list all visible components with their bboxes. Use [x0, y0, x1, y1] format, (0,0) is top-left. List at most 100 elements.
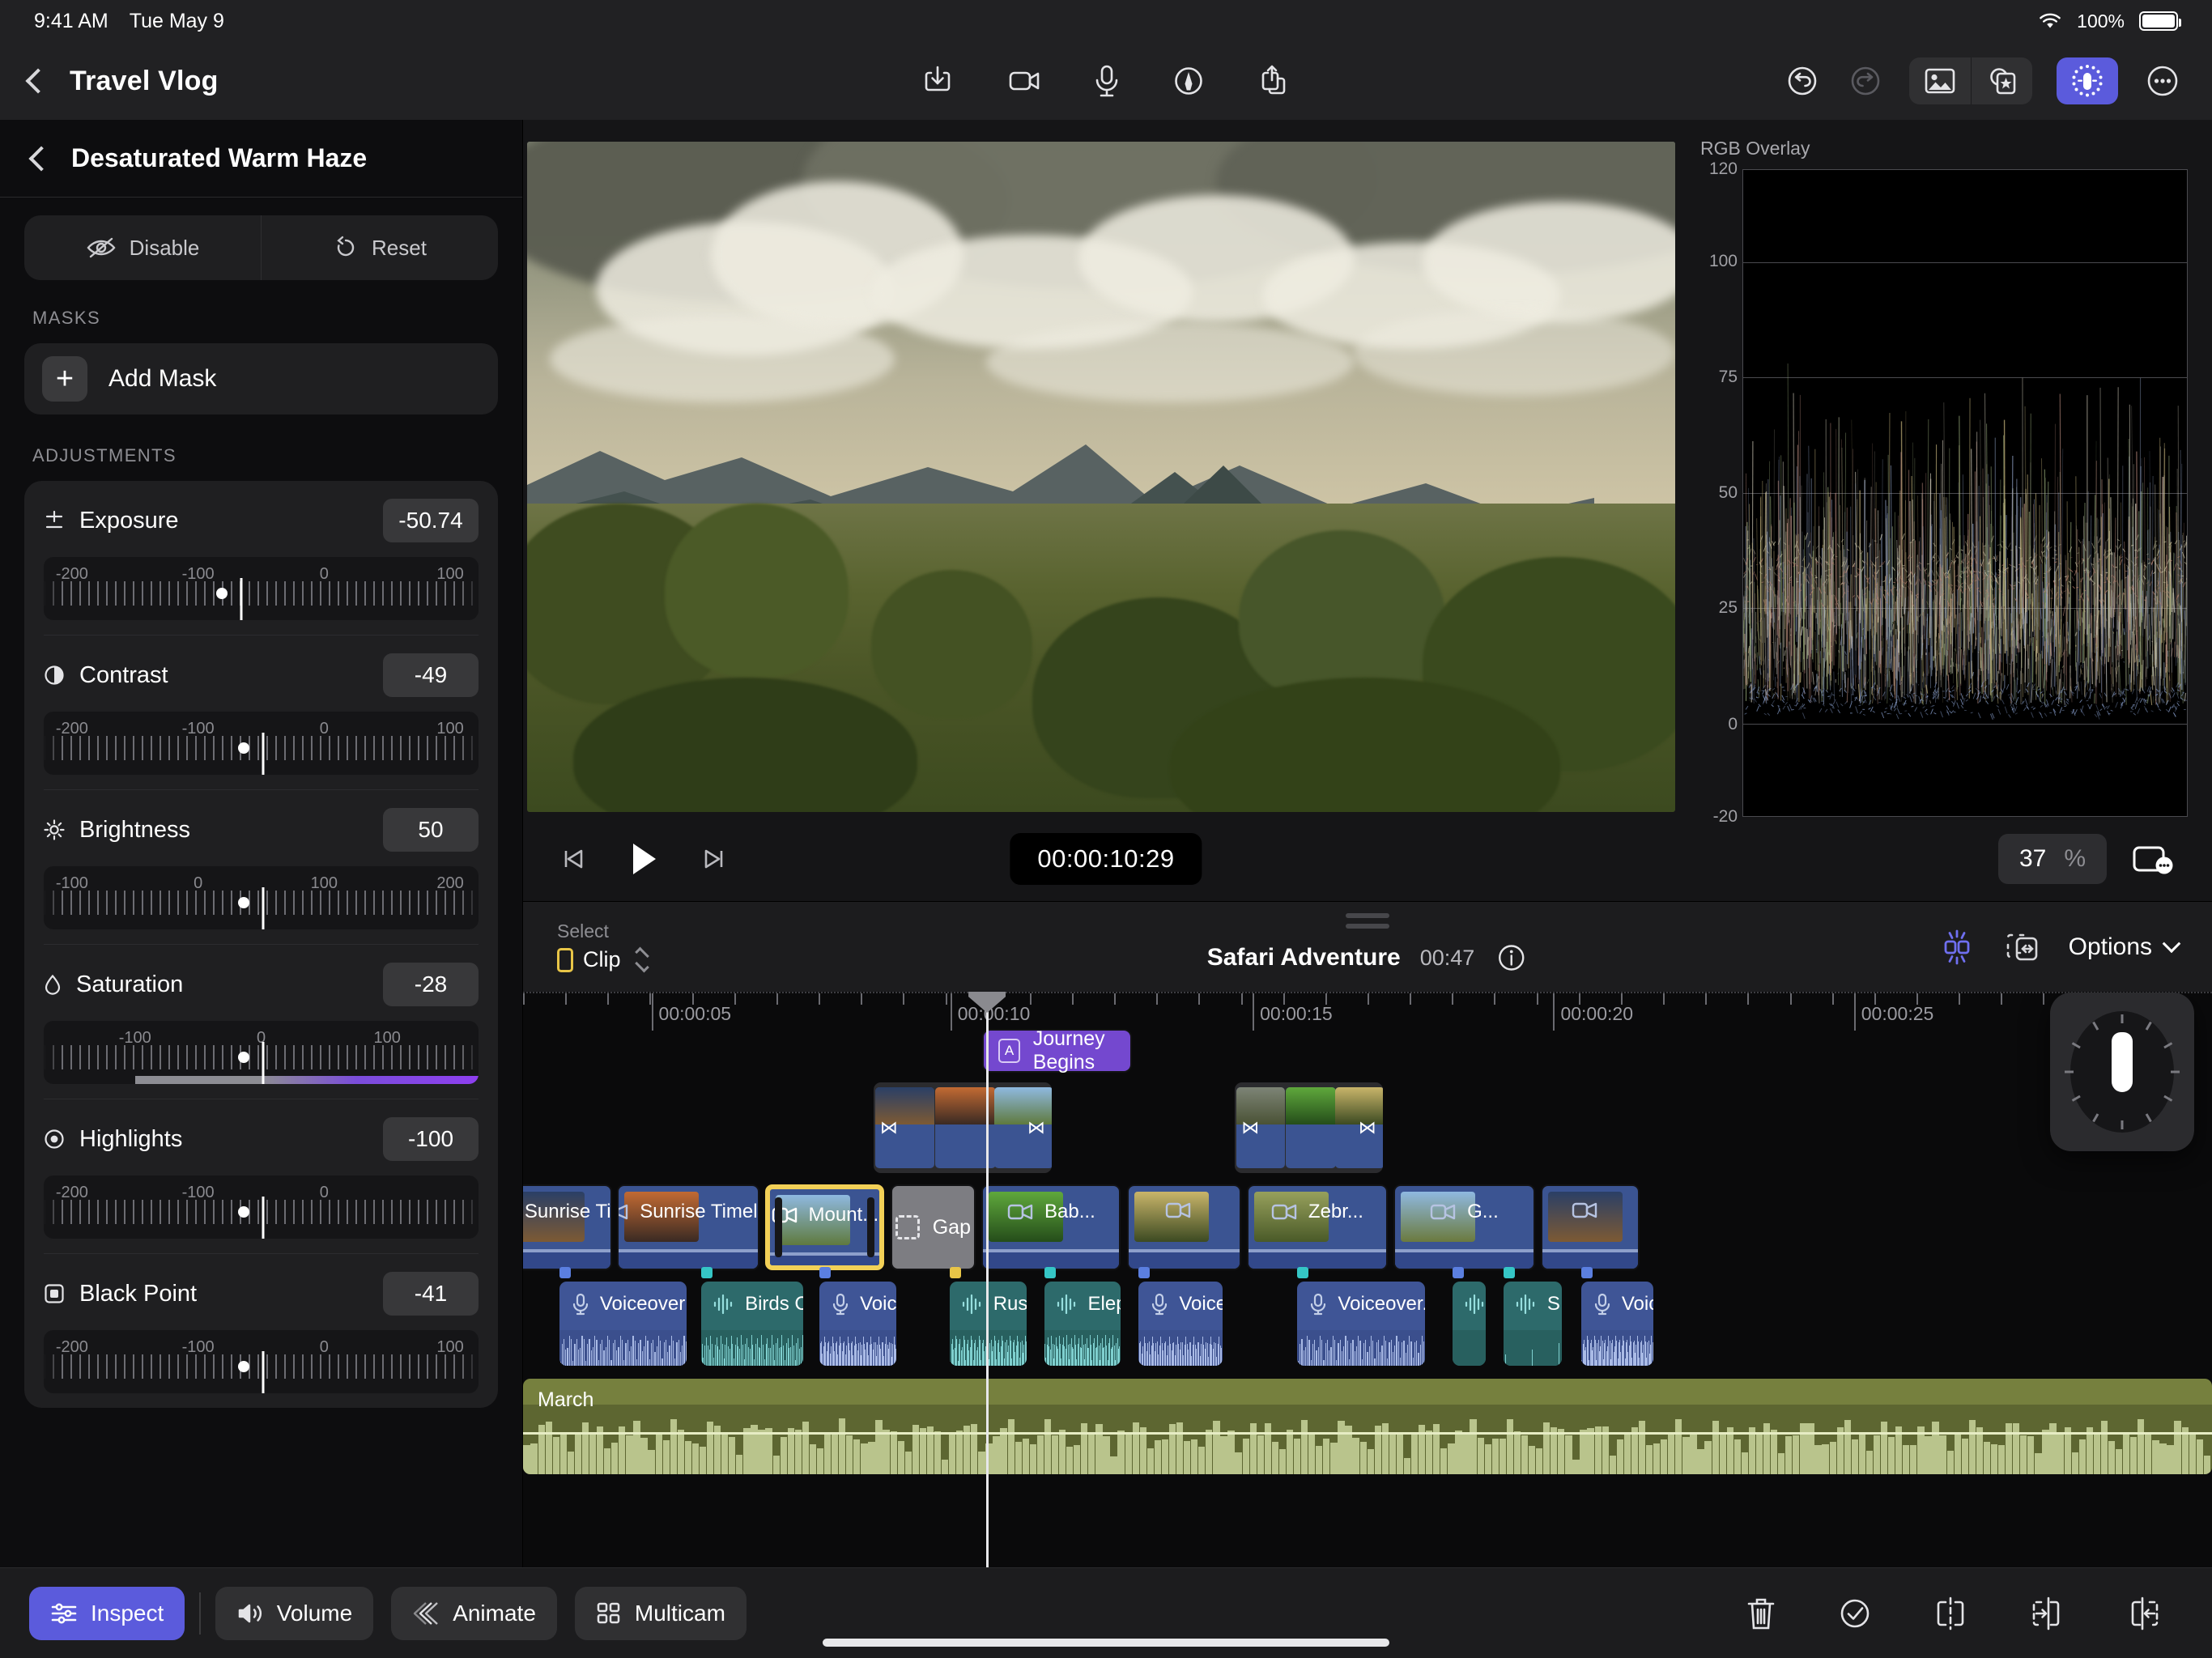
video-clip[interactable]: Zebr... [1247, 1184, 1388, 1270]
timeline-ruler[interactable]: 00:00:05 00:00:10 00:00:15 00:00:20 00:00:25 [523, 992, 2212, 1029]
transition-icon[interactable]: ⋈ [880, 1117, 898, 1138]
draw-pen-icon[interactable] [1171, 63, 1206, 99]
music-clip[interactable]: March [523, 1379, 2212, 1474]
snapping-icon[interactable] [1938, 928, 1976, 967]
selection-mode-group[interactable]: Select Clip [557, 920, 649, 974]
chevron-left-icon[interactable] [25, 68, 50, 93]
adjustment-value[interactable]: -28 [383, 963, 479, 1006]
video-clip[interactable] [1127, 1184, 1241, 1270]
connection-marker[interactable] [1504, 1267, 1515, 1278]
tool-multicam[interactable]: Multicam [575, 1587, 747, 1640]
adjustment-slider[interactable]: -100 0 100 [44, 1021, 479, 1084]
trim-start-icon[interactable] [2027, 1595, 2066, 1632]
split-clip-icon[interactable] [1932, 1595, 1969, 1632]
sound-effect-clip[interactable] [1453, 1282, 1486, 1366]
video-clip[interactable]: Sunrise Timel... [617, 1184, 759, 1270]
adjustment-slider[interactable]: -200 -100 0 [44, 1175, 479, 1239]
more-ellipsis-icon[interactable] [2142, 61, 2183, 101]
adjustment-slider[interactable]: -200 -100 0 100 [44, 712, 479, 775]
color-wheel-widget[interactable] [2050, 993, 2194, 1151]
microphone-icon[interactable] [1093, 62, 1121, 100]
sound-effect-clip[interactable]: S [1504, 1282, 1562, 1366]
connection-marker[interactable] [559, 1267, 571, 1278]
voiceover-clip[interactable]: Voic... [819, 1282, 896, 1366]
overlay-subclip[interactable] [1286, 1087, 1336, 1168]
music-volume-envelope[interactable] [523, 1432, 2212, 1435]
slider-value-dot[interactable] [238, 1361, 249, 1372]
adjustment-value[interactable]: -50.74 [383, 499, 479, 542]
transition-icon[interactable]: ⋈ [1359, 1117, 1376, 1138]
skip-to-end-icon[interactable] [700, 844, 729, 874]
voiceover-clip[interactable]: Voiceover T... [559, 1282, 687, 1366]
color-grading-icon[interactable] [2057, 57, 2118, 104]
adjustment-slider[interactable]: -200 -100 0 100 [44, 1330, 479, 1393]
inspector-back-icon[interactable] [28, 146, 53, 171]
trash-icon[interactable] [1744, 1595, 1778, 1632]
slider-value-dot[interactable] [238, 742, 249, 754]
video-clip[interactable]: Sunrise Ti... [523, 1184, 612, 1270]
tool-volume[interactable]: Volume [215, 1587, 373, 1640]
transition-icon[interactable]: ⋈ [1027, 1117, 1045, 1138]
timecode-display[interactable]: 00:00:10:29 [1010, 833, 1202, 885]
slider-value-dot[interactable] [238, 897, 249, 908]
voiceover-clip[interactable]: Voice... [1138, 1282, 1222, 1366]
connection-marker[interactable] [819, 1267, 831, 1278]
playhead[interactable] [986, 992, 989, 1567]
overlay-clip-group[interactable]: ⋈ ⋈ [874, 1082, 1052, 1173]
adjustment-value[interactable]: -100 [383, 1117, 479, 1161]
viewer-options-icon[interactable] [2131, 841, 2176, 877]
back-group[interactable]: Travel Vlog [29, 66, 219, 97]
video-clip[interactable] [1541, 1184, 1640, 1270]
adjustment-slider[interactable]: -200 -100 0 100 [44, 557, 479, 620]
trim-end-icon[interactable] [2125, 1595, 2163, 1632]
export-share-icon[interactable] [1257, 62, 1292, 100]
video-clip[interactable]: G... [1393, 1184, 1534, 1270]
clip-mode[interactable]: Clip [557, 946, 649, 974]
voiceover-clip[interactable]: Voiceover... [1297, 1282, 1424, 1366]
timeline-body[interactable]: 00:00:05 00:00:10 00:00:15 00:00:20 00:00:25… [523, 992, 2212, 1567]
timeline-options-button[interactable]: Options [2069, 933, 2178, 961]
disable-button[interactable]: Disable [24, 215, 261, 280]
adjustment-slider[interactable]: -100 0 100 200 [44, 866, 479, 929]
reset-button[interactable]: Reset [261, 215, 498, 280]
video-clip[interactable]: Bab... [981, 1184, 1121, 1270]
play-icon[interactable] [627, 840, 661, 878]
clip-trim-handle[interactable] [867, 1197, 874, 1257]
connection-marker[interactable] [1138, 1267, 1150, 1278]
fit-timeline-icon[interactable] [2004, 929, 2041, 966]
drag-handle-icon[interactable] [1346, 913, 1389, 934]
adjustment-value[interactable]: -41 [383, 1272, 479, 1316]
slider-value-dot[interactable] [238, 1052, 249, 1063]
tool-animate[interactable]: Animate [391, 1587, 557, 1640]
clip-trim-handle[interactable] [775, 1197, 782, 1257]
adjustment-value[interactable]: 50 [383, 808, 479, 852]
title-clip[interactable]: A Journey Begins [982, 1029, 1132, 1073]
video-camera-icon[interactable] [1006, 63, 1043, 99]
slider-value-dot[interactable] [216, 588, 228, 599]
photo-library-icon[interactable] [1909, 57, 1971, 104]
connection-marker[interactable] [1453, 1267, 1464, 1278]
video-viewer[interactable] [523, 120, 1679, 817]
undo-icon[interactable] [1783, 62, 1822, 100]
connection-marker[interactable] [1044, 1267, 1056, 1278]
transition-icon[interactable]: ⋈ [1241, 1117, 1259, 1138]
skip-to-start-icon[interactable] [559, 844, 588, 874]
import-media-icon[interactable] [920, 63, 955, 99]
connection-marker[interactable] [701, 1267, 713, 1278]
color-wheel-dial[interactable] [2070, 1011, 2174, 1133]
effects-star-icon[interactable] [1971, 57, 2032, 104]
sound-effect-clip[interactable]: Elep... [1044, 1282, 1121, 1366]
connection-marker[interactable] [950, 1267, 961, 1278]
stepper-up-down-icon[interactable] [636, 950, 649, 969]
voiceover-clip[interactable]: Voice... [1581, 1282, 1653, 1366]
connection-marker[interactable] [1297, 1267, 1308, 1278]
gap-clip[interactable]: Gap [891, 1184, 976, 1270]
slider-value-dot[interactable] [238, 1206, 249, 1218]
tool-inspect[interactable]: Inspect [29, 1587, 185, 1640]
overlay-clip-group[interactable]: ⋈ ⋈ [1235, 1082, 1383, 1173]
info-circle-icon[interactable] [1494, 941, 1528, 975]
sound-effect-clip[interactable]: Birds C... [701, 1282, 803, 1366]
connection-marker[interactable] [1581, 1267, 1593, 1278]
check-circle-icon[interactable] [1836, 1595, 1874, 1632]
zoom-level-field[interactable]: 37 % [1998, 834, 2107, 884]
